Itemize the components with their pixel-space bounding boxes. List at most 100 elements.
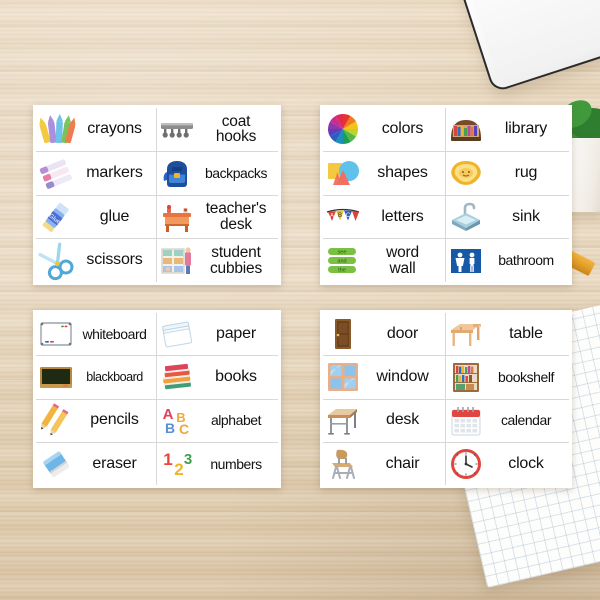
crayons-icon	[39, 112, 76, 146]
label-cell-desk[interactable]: desk	[323, 399, 446, 443]
bathroom-icon	[449, 244, 483, 278]
label-text: scissors	[86, 251, 143, 269]
label-cell-sink[interactable]: sink	[446, 196, 569, 240]
label-cell-pencils[interactable]: pencils	[36, 399, 157, 443]
paper-icon	[160, 317, 194, 351]
chair-icon	[326, 447, 360, 481]
label-text: clock	[508, 454, 544, 472]
label-cell-bookshelf[interactable]: bookshelf	[446, 356, 569, 400]
label-cell-bathroom[interactable]: bathroom	[446, 239, 569, 282]
label-text: markers	[86, 163, 143, 181]
label-text: rug	[514, 163, 538, 181]
teachers-desk-icon	[160, 200, 194, 234]
label-text: pencils	[90, 411, 139, 429]
svg-text:B: B	[165, 420, 175, 436]
label-text: alphabet	[210, 412, 262, 429]
letters-banner-icon: A B C	[326, 200, 360, 234]
label-cell-alphabet[interactable]: A B B C alphabet	[157, 400, 278, 443]
label-card-supplies[interactable]: crayons coat hooks markers backpacks Glu…	[33, 105, 281, 285]
scissors-icon	[38, 242, 74, 280]
label-text: crayons	[87, 120, 142, 138]
rug-icon	[449, 156, 483, 190]
label-card-furniture[interactable]: door table window bookshelf desk calenda…	[320, 310, 572, 488]
svg-text:and: and	[337, 258, 346, 264]
label-card-areas[interactable]: colors library shapes rug A B C letters …	[320, 105, 572, 285]
label-text: table	[509, 324, 543, 342]
svg-text:1: 1	[163, 450, 172, 469]
label-text: glue	[99, 207, 130, 225]
calendar-icon	[449, 404, 483, 438]
label-cell-glue[interactable]: Glue glue	[36, 195, 157, 240]
label-card-writing[interactable]: whiteboard paper blackboard books pencil…	[33, 310, 281, 488]
numbers-icon: 1 2 3	[160, 447, 194, 481]
label-cell-student-cubbies[interactable]: student cubbies	[157, 239, 278, 282]
label-cell-clock[interactable]: clock	[446, 443, 569, 485]
coat-hooks-icon	[160, 112, 194, 146]
label-cell-word-wall[interactable]: see and the word wall	[323, 239, 446, 282]
svg-text:B: B	[338, 213, 342, 219]
word-wall-icon: see and the	[326, 244, 360, 278]
label-text: shapes	[377, 163, 428, 181]
svg-text:C: C	[179, 421, 189, 437]
color-wheel-icon	[326, 112, 360, 146]
label-cell-rug[interactable]: rug	[446, 152, 569, 196]
label-cell-door[interactable]: door	[323, 313, 446, 357]
clock-icon	[449, 447, 483, 481]
label-cell-library[interactable]: library	[446, 108, 569, 152]
label-text: numbers	[210, 455, 262, 472]
label-cell-letters[interactable]: A B C letters	[323, 195, 446, 240]
label-text: bathroom	[498, 252, 554, 269]
label-cell-eraser[interactable]: eraser	[36, 442, 157, 485]
label-cell-markers[interactable]: markers	[36, 151, 157, 196]
label-text: letters	[381, 207, 424, 225]
label-cell-blackboard[interactable]: blackboard	[36, 356, 157, 400]
label-cell-table[interactable]: table	[446, 313, 569, 357]
label-cell-backpacks[interactable]: backpacks	[157, 152, 278, 196]
shapes-icon	[326, 156, 360, 190]
label-text: eraser	[92, 454, 137, 472]
label-text: chair	[385, 454, 420, 472]
label-text: blackboard	[86, 369, 143, 384]
label-cell-paper[interactable]: paper	[157, 313, 278, 357]
sink-icon	[449, 200, 483, 234]
library-icon	[449, 112, 483, 146]
label-text: student cubbies	[209, 243, 263, 277]
label-cell-teachers-desk[interactable]: teacher's desk	[157, 196, 278, 240]
backpack-icon	[160, 156, 194, 190]
books-icon	[160, 360, 194, 394]
label-cell-books[interactable]: books	[157, 356, 278, 400]
label-cell-calendar[interactable]: calendar	[446, 400, 569, 443]
label-text: bookshelf	[498, 369, 554, 386]
label-cell-chair[interactable]: chair	[323, 442, 446, 485]
label-cell-crayons[interactable]: crayons	[36, 108, 157, 152]
glue-icon: Glue	[39, 200, 73, 234]
svg-text:A: A	[330, 213, 334, 219]
label-text: backpacks	[204, 164, 268, 181]
window-icon	[326, 360, 360, 394]
bookshelf-icon	[449, 360, 483, 394]
label-cell-whiteboard[interactable]: whiteboard	[36, 313, 157, 357]
svg-text:see: see	[337, 249, 346, 255]
blackboard-icon	[39, 360, 73, 394]
label-cell-window[interactable]: window	[323, 356, 446, 400]
label-text: paper	[216, 324, 256, 342]
svg-text:2: 2	[174, 460, 183, 479]
label-text: calendar	[500, 412, 552, 429]
label-text: window	[376, 368, 429, 386]
label-cell-scissors[interactable]: scissors	[36, 239, 157, 282]
markers-icon	[39, 156, 73, 190]
label-cell-shapes[interactable]: shapes	[323, 151, 446, 196]
svg-text:the: the	[338, 267, 346, 273]
label-cell-colors[interactable]: colors	[323, 108, 446, 152]
table-icon	[449, 317, 483, 351]
label-text: library	[504, 120, 548, 138]
label-text: colors	[381, 120, 424, 138]
door-icon	[326, 317, 360, 351]
label-cell-numbers[interactable]: 1 2 3 numbers	[157, 443, 278, 485]
label-cell-coat-hooks[interactable]: coat hooks	[157, 108, 278, 152]
desk-icon	[326, 404, 360, 438]
label-text: coat hooks	[215, 112, 257, 146]
label-text: whiteboard	[82, 325, 147, 342]
whiteboard-icon	[39, 317, 73, 351]
label-text: word wall	[386, 243, 419, 277]
